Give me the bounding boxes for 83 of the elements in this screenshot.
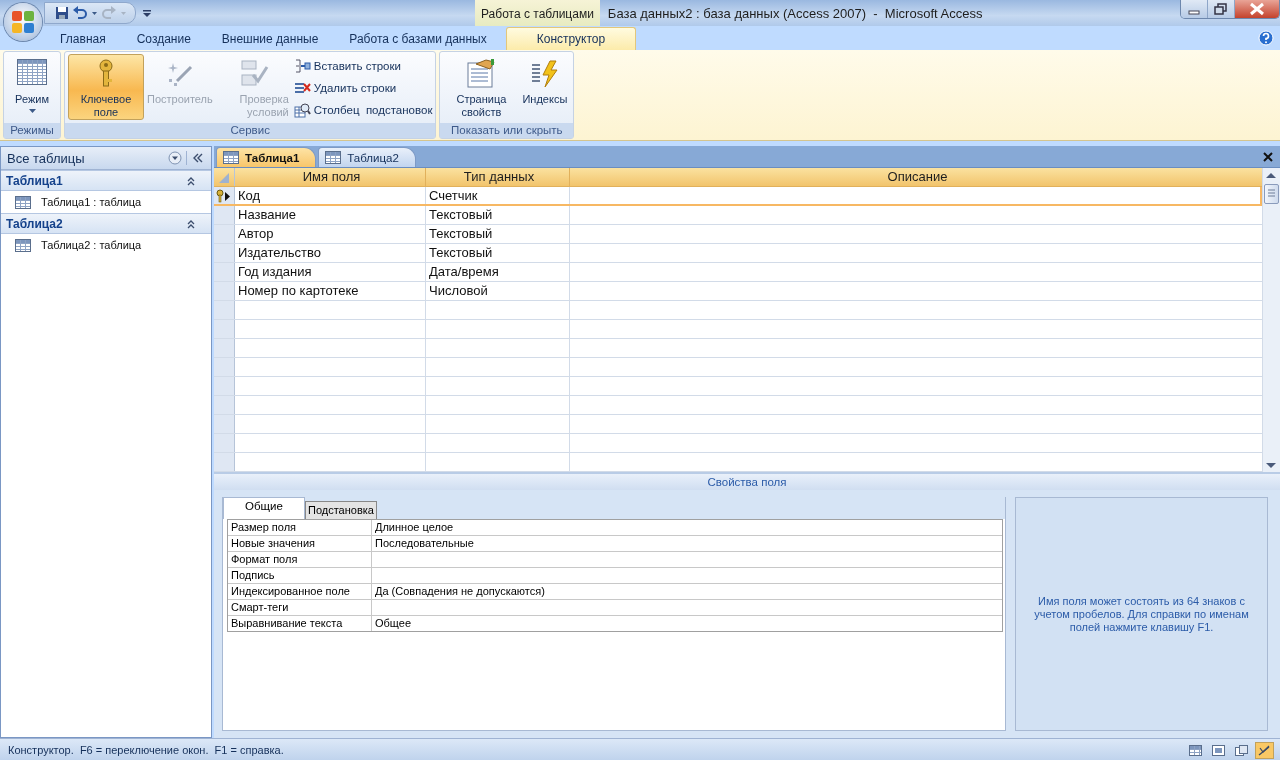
column-header[interactable]: Тип данных: [426, 168, 570, 186]
group-header[interactable]: Таблица2: [1, 213, 211, 234]
property-label: Новые значения: [228, 536, 372, 551]
table-cell[interactable]: Автор: [235, 225, 426, 243]
lookup-column-icon: [293, 102, 311, 118]
close-icon[interactable]: [1262, 150, 1274, 163]
ribbon-tab[interactable]: Конструктор: [505, 27, 637, 50]
ribbon-button[interactable]: Ключевое поле: [68, 54, 144, 120]
tab[interactable]: Подстановка: [305, 501, 377, 519]
nav-item[interactable]: Таблица1 : таблица: [1, 191, 211, 213]
nav-item[interactable]: Таблица2 : таблица: [1, 234, 211, 256]
property-value[interactable]: Общее: [372, 616, 1002, 631]
ribbon-button[interactable]: Страница свойств: [443, 54, 520, 120]
ribbon-button[interactable]: Режим: [7, 54, 57, 120]
tab[interactable]: Общие: [223, 497, 305, 519]
ribbon-tab[interactable]: Главная: [45, 28, 121, 50]
document-tab[interactable]: Таблица1: [216, 147, 317, 167]
table-cell[interactable]: Название: [235, 206, 426, 224]
property-value[interactable]: Да (Совпадения не допускаются): [372, 584, 1002, 599]
property-sheet-icon: [466, 59, 497, 89]
table-cell[interactable]: Дата/время: [426, 263, 570, 281]
delete-rows-icon: [293, 80, 311, 96]
table-cell[interactable]: Текстовый: [426, 206, 570, 224]
group-label: Показать или скрыть: [440, 123, 574, 138]
table-row[interactable]: Издательство Текстовый: [214, 244, 1262, 263]
table-cell[interactable]: Номер по картотеке: [235, 282, 426, 300]
window-title: База данных2 : база данных (Access 2007) - Microsoft Access: [607, 5, 983, 21]
undo-icon[interactable]: [72, 6, 88, 20]
ribbon-tab[interactable]: Создание: [121, 28, 206, 50]
table-cell[interactable]: Год издания: [235, 263, 426, 281]
table-row[interactable]: Номер по картотеке Числовой: [214, 282, 1262, 301]
property-label: Смарт-теги: [228, 600, 372, 615]
scroll-thumb[interactable]: [1264, 184, 1279, 204]
column-header[interactable]: Имя поля: [235, 168, 426, 186]
table-icon: [223, 151, 239, 164]
ribbon-button[interactable]: Индексы: [519, 54, 571, 120]
save-icon[interactable]: [55, 6, 69, 20]
table-row[interactable]: Год издания Дата/время: [214, 263, 1262, 282]
vertical-scrollbar[interactable]: [1262, 168, 1280, 472]
context-tab-label: Работа с таблицами: [475, 0, 600, 26]
ribbon-button[interactable]: Столбец подстановок: [293, 101, 433, 119]
pane-title: Все таблицы: [7, 150, 86, 166]
ribbon-button[interactable]: Удалить строки: [293, 79, 433, 97]
document-tab[interactable]: Таблица2: [318, 147, 416, 167]
property-label: Формат поля: [228, 552, 372, 567]
help-icon[interactable]: [1258, 30, 1274, 46]
section-header: Свойства поля: [214, 472, 1280, 490]
table-icon: [15, 238, 31, 252]
help-text: Имя поля может состоять из 64 знаков с учетом пробелов. Для справки по именам полей нажмите клавишу F1.: [1033, 594, 1250, 634]
table-icon: [15, 195, 31, 209]
ribbon-button[interactable]: Вставить строки: [293, 57, 433, 75]
dropdown-icon[interactable]: [168, 151, 182, 165]
group-label: Сервис: [65, 123, 436, 138]
table-cell[interactable]: Издательство: [235, 244, 426, 262]
table-icon: [325, 151, 342, 164]
collapse-pane-icon[interactable]: [186, 151, 205, 165]
table-cell[interactable]: Числовой: [426, 282, 570, 300]
property-label: Подпись: [228, 568, 372, 583]
table-row[interactable]: Код Счетчик: [214, 187, 1262, 206]
group-header[interactable]: Таблица1: [1, 170, 211, 191]
close-icon[interactable]: [1235, 0, 1279, 18]
design-view-icon[interactable]: [1255, 741, 1274, 759]
status-text: Конструктор. F6 = переключение окон. F1 = справка.: [8, 744, 284, 756]
property-value[interactable]: Длинное целое: [372, 520, 1002, 535]
row-selector[interactable]: [214, 187, 235, 204]
restore-icon[interactable]: [1208, 0, 1235, 18]
ribbon-tab[interactable]: Работа с базами данных: [334, 28, 502, 50]
property-value[interactable]: Последовательные: [372, 536, 1002, 551]
property-label: Размер поля: [228, 520, 372, 535]
group-label: Режимы: [4, 123, 60, 138]
property-label: Выравнивание текста: [228, 616, 372, 631]
column-header[interactable]: Описание: [570, 168, 1262, 186]
table-cell[interactable]: Текстовый: [426, 225, 570, 243]
lightning-icon: [529, 59, 560, 89]
insert-rows-icon: [293, 58, 311, 74]
table-cell[interactable]: Счетчик: [426, 187, 570, 204]
property-label: Индексированное поле: [228, 584, 372, 599]
table-cell[interactable]: Текстовый: [426, 244, 570, 262]
table-cell[interactable]: Код: [235, 187, 426, 204]
ribbon-tab[interactable]: Внешние данные: [206, 28, 334, 50]
checkmark-icon: [238, 59, 269, 89]
table-row[interactable]: Автор Текстовый: [214, 225, 1262, 244]
table-row[interactable]: Название Текстовый: [214, 206, 1262, 225]
